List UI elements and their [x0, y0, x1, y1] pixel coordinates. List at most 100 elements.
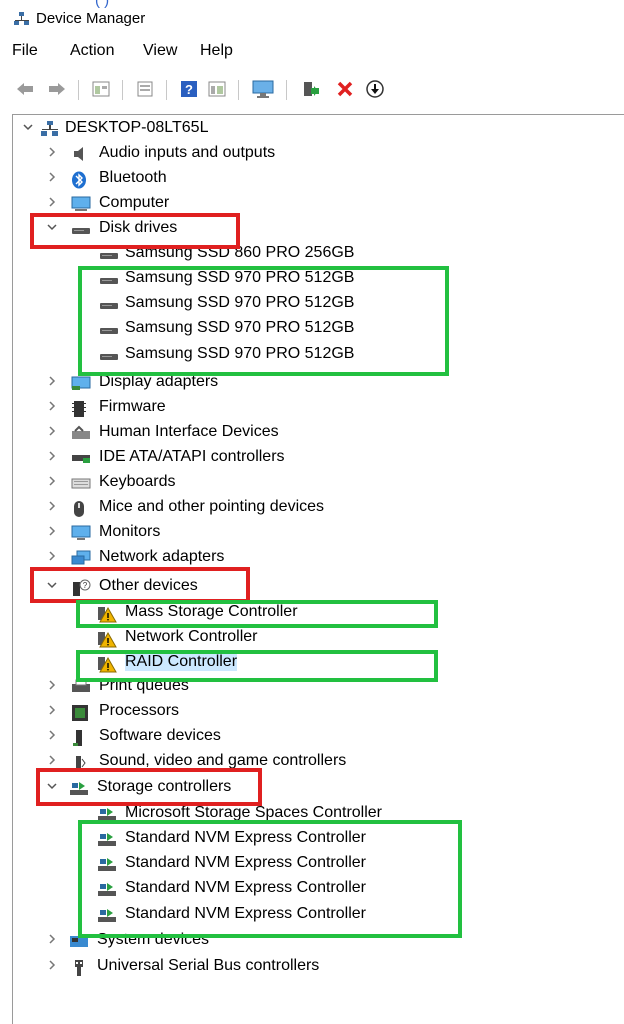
tree-item-label: Audio inputs and outputs	[99, 144, 276, 161]
chevron-right-icon[interactable]	[47, 197, 57, 209]
properties-icon[interactable]	[90, 78, 112, 100]
menu-action[interactable]: Action	[70, 42, 114, 60]
chevron-right-icon[interactable]	[47, 705, 57, 717]
storage-controller-item[interactable]: Standard NVM Express Controller	[13, 852, 613, 876]
chevron-right-icon[interactable]	[47, 730, 57, 742]
tree-item-audio[interactable]: Audio inputs and outputs	[13, 142, 613, 166]
menu-file[interactable]: File	[12, 42, 38, 60]
disk-drive-item[interactable]: Samsung SSD 860 PRO 256GB	[13, 242, 613, 266]
tree-item-ide[interactable]: IDE ATA/ATAPI controllers	[13, 446, 613, 470]
keyboard-icon	[71, 475, 91, 491]
drive-icon	[99, 347, 118, 363]
tree-item-print-queues[interactable]: Print queues	[13, 675, 613, 699]
storage-controller-item[interactable]: Standard NVM Express Controller	[13, 903, 613, 927]
uninstall-icon[interactable]	[334, 78, 356, 100]
chevron-right-icon[interactable]	[47, 147, 57, 159]
view-icon[interactable]	[206, 78, 228, 100]
chevron-right-icon[interactable]	[47, 401, 57, 413]
tree-item-label: Processors	[99, 702, 180, 719]
menu-help[interactable]: Help	[200, 42, 233, 60]
hid-icon	[71, 425, 90, 441]
tree-item-label: Display adapters	[99, 373, 219, 390]
tree-item-bluetooth[interactable]: Bluetooth	[13, 167, 613, 191]
printer-icon	[71, 679, 90, 695]
tree-item-label: Print queues	[99, 677, 189, 694]
device-label: Standard NVM Express Controller	[125, 854, 366, 871]
chevron-down-icon[interactable]	[47, 222, 57, 234]
chevron-down-icon[interactable]	[47, 580, 57, 592]
tree-item-usb[interactable]: Universal Serial Bus controllers	[13, 955, 613, 979]
svg-text:?: ?	[83, 581, 88, 590]
disk-drive-item[interactable]: Samsung SSD 970 PRO 512GB	[13, 343, 613, 367]
tree-item-label: Computer	[99, 194, 170, 211]
tree-item-mice[interactable]: Mice and other pointing devices	[13, 496, 613, 520]
chevron-right-icon[interactable]	[47, 501, 57, 513]
tree-item-display-adapters[interactable]: Display adapters	[13, 371, 613, 395]
chevron-right-icon[interactable]	[47, 172, 57, 184]
storage-controller-item[interactable]: Microsoft Storage Spaces Controller	[13, 802, 613, 826]
storage-controller-icon	[69, 780, 88, 796]
tree-root[interactable]: DESKTOP-08LT65L	[13, 117, 613, 141]
help-icon[interactable]: ?	[178, 78, 200, 100]
device-label: Samsung SSD 860 PRO 256GB	[125, 244, 355, 261]
chevron-right-icon[interactable]	[47, 551, 57, 563]
disk-drive-item[interactable]: Samsung SSD 970 PRO 512GB	[13, 267, 613, 291]
sound-icon	[71, 754, 89, 771]
chevron-right-icon[interactable]	[47, 526, 57, 538]
storage-controller-item[interactable]: Standard NVM Express Controller	[13, 877, 613, 901]
device-label: Samsung SSD 970 PRO 512GB	[125, 294, 355, 311]
warning-icon	[97, 630, 117, 648]
chevron-down-icon[interactable]	[47, 781, 57, 793]
tree-item-label: Storage controllers	[97, 778, 232, 795]
device-label: Standard NVM Express Controller	[125, 829, 366, 846]
disk-drive-item[interactable]: Samsung SSD 970 PRO 512GB	[13, 292, 613, 316]
other-device-item-selected[interactable]: RAID Controller	[13, 651, 613, 675]
chevron-right-icon[interactable]	[47, 426, 57, 438]
warning-icon	[97, 655, 117, 673]
tree-item-other-devices[interactable]: ? Other devices	[13, 575, 613, 599]
chevron-right-icon[interactable]	[47, 934, 57, 946]
chevron-right-icon[interactable]	[47, 680, 57, 692]
show-hide-icon[interactable]	[134, 78, 156, 100]
forward-arrow-icon[interactable]	[46, 78, 68, 100]
other-device-item[interactable]: Network Controller	[13, 626, 613, 650]
enable-device-icon[interactable]	[364, 78, 386, 100]
tree-item-disk-drives[interactable]: Disk drives	[13, 217, 613, 241]
chevron-right-icon[interactable]	[47, 476, 57, 488]
device-label: Microsoft Storage Spaces Controller	[125, 804, 382, 821]
chevron-down-icon[interactable]	[23, 122, 33, 134]
device-label: Standard NVM Express Controller	[125, 905, 366, 922]
chevron-right-icon[interactable]	[47, 960, 57, 972]
tree-item-firmware[interactable]: Firmware	[13, 396, 613, 420]
tree-item-processors[interactable]: Processors	[13, 700, 613, 724]
tree-item-keyboards[interactable]: Keyboards	[13, 471, 613, 495]
storage-controller-item[interactable]: Standard NVM Express Controller	[13, 827, 613, 851]
other-device-item[interactable]: Mass Storage Controller	[13, 601, 613, 625]
usb-icon	[71, 959, 89, 976]
chevron-right-icon[interactable]	[47, 451, 57, 463]
update-driver-icon[interactable]	[300, 78, 322, 100]
tree-item-hid[interactable]: Human Interface Devices	[13, 421, 613, 445]
title-bar: ( ) Device Manager	[0, 0, 624, 34]
tree-item-system-devices[interactable]: System devices	[13, 929, 613, 953]
disk-drive-item[interactable]: Samsung SSD 970 PRO 512GB	[13, 317, 613, 341]
tree-item-sound[interactable]: Sound, video and game controllers	[13, 750, 613, 774]
tree-item-storage-controllers[interactable]: Storage controllers	[13, 776, 613, 800]
tree-item-label: Keyboards	[99, 473, 176, 490]
storage-controller-icon	[97, 881, 116, 897]
tree-item-monitors[interactable]: Monitors	[13, 521, 613, 545]
tree-item-label: Firmware	[99, 398, 166, 415]
tree-item-software-devices[interactable]: Software devices	[13, 725, 613, 749]
back-arrow-icon[interactable]	[14, 78, 36, 100]
menu-view[interactable]: View	[143, 42, 177, 60]
chevron-right-icon[interactable]	[47, 376, 57, 388]
tree-item-label: Software devices	[99, 727, 221, 744]
monitor-icon	[71, 525, 91, 541]
clipped-caption: ( )	[95, 0, 110, 9]
chevron-right-icon[interactable]	[47, 755, 57, 767]
tree-item-computer[interactable]: Computer	[13, 192, 613, 216]
device-tree[interactable]: DESKTOP-08LT65L Audio inputs and outputs…	[12, 114, 624, 1024]
tree-item-label: Monitors	[99, 523, 161, 540]
tree-item-network-adapters[interactable]: Network adapters	[13, 546, 613, 570]
monitor-icon[interactable]	[252, 78, 274, 100]
